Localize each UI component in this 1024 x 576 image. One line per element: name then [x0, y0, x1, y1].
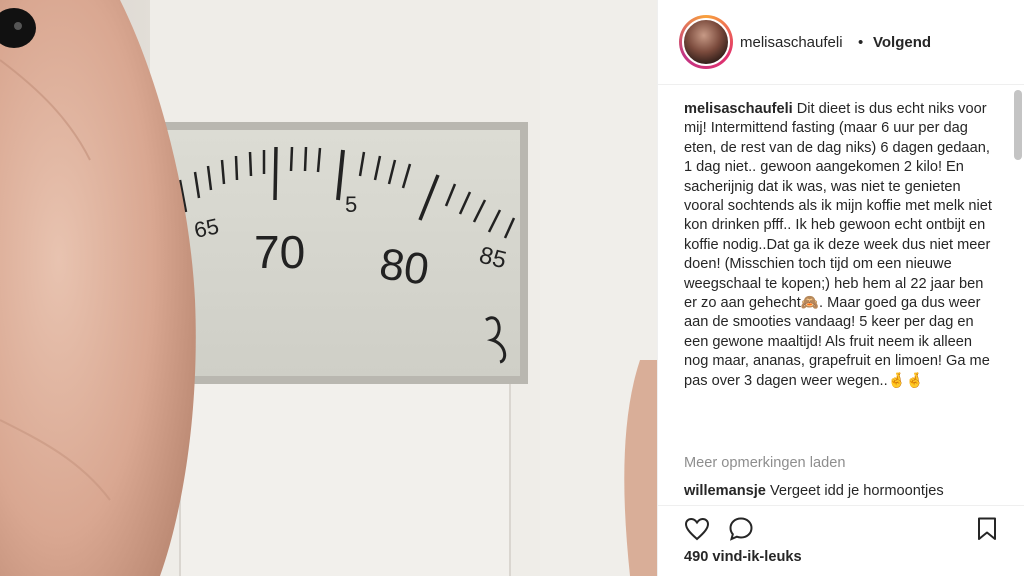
load-more-comments[interactable]: Meer opmerkingen laden	[684, 455, 845, 471]
scale-number-75: 5	[345, 192, 357, 217]
comment-username[interactable]: willemansje	[684, 483, 766, 499]
post-header: melisaschaufeli • Volgend	[658, 0, 1024, 85]
like-count[interactable]: 490 vind-ik-leuks	[684, 549, 802, 565]
scale-number-80: 80	[377, 239, 432, 294]
caption-username[interactable]: melisaschaufeli	[684, 101, 793, 117]
scale-photo: 65 70 5 80 85	[0, 0, 657, 576]
scale-number-65: 65	[192, 213, 221, 243]
post-actions	[658, 505, 1024, 549]
bookmark-icon[interactable]	[974, 516, 1000, 542]
scale-number-70: 70	[254, 226, 305, 278]
comment-item: willemansje Vergeet idd je hormoontjes	[684, 483, 1004, 499]
post-image[interactable]: 65 70 5 80 85	[0, 0, 657, 576]
post-side-panel: melisaschaufeli • Volgend melisaschaufel…	[657, 0, 1024, 576]
comment-icon[interactable]	[728, 516, 754, 542]
comments-scrollbar[interactable]	[1014, 90, 1022, 160]
post-caption: melisaschaufeli Dit dieet is dus echt ni…	[684, 100, 994, 391]
avatar-image	[682, 18, 730, 66]
comment-text: Vergeet idd je hormoontjes	[770, 483, 944, 499]
header-separator: •	[858, 34, 864, 51]
caption-text: Dit dieet is dus echt niks voor mij! Int…	[684, 101, 992, 389]
header-username[interactable]: melisaschaufeli	[740, 34, 843, 51]
avatar[interactable]	[679, 15, 733, 69]
follow-status-button[interactable]: Volgend	[873, 34, 931, 51]
heart-icon[interactable]	[684, 516, 710, 542]
